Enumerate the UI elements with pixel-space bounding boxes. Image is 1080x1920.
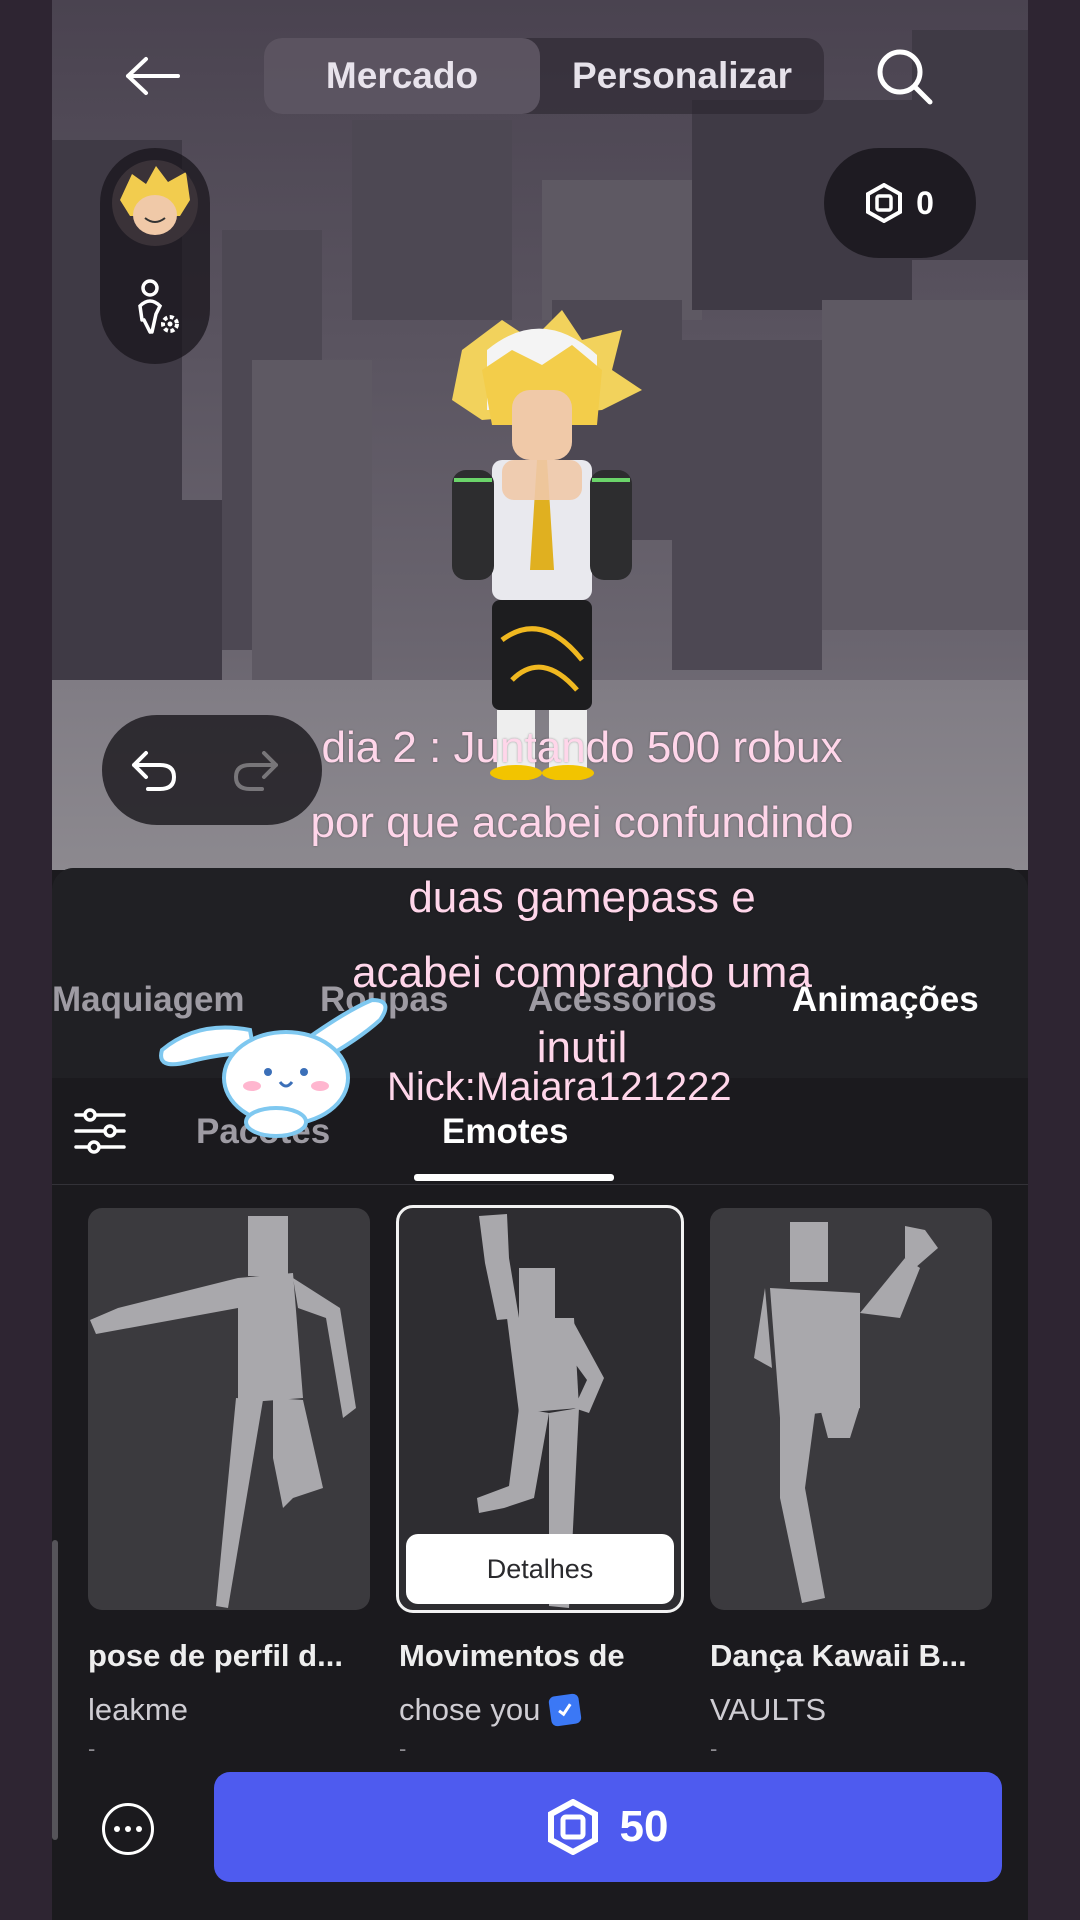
robux-icon: [547, 1799, 598, 1855]
arrow-left-icon: [126, 57, 180, 95]
filter-icon[interactable]: [72, 1103, 128, 1159]
tab-mercado[interactable]: Mercado: [264, 38, 540, 114]
search-icon[interactable]: [872, 44, 936, 108]
item-title: Dança Kawaii B...: [710, 1638, 967, 1673]
bunny-sticker-icon: [159, 997, 388, 1138]
catalog-item[interactable]: Dança Kawaii B... VAULTS -: [710, 1208, 992, 1762]
undo-icon[interactable]: [130, 747, 178, 793]
verified-badge-icon: [548, 1693, 583, 1727]
divider: [52, 1184, 1028, 1185]
subtab-active-indicator: [414, 1174, 614, 1181]
tab-personalizar[interactable]: Personalizar: [540, 38, 824, 114]
caption-line: por que acabei confundindo: [310, 798, 854, 847]
item-thumbnail[interactable]: [88, 1208, 370, 1610]
item-price: -: [399, 1736, 407, 1761]
buy-button[interactable]: 50: [214, 1772, 1002, 1882]
details-button[interactable]: Detalhes: [406, 1534, 674, 1604]
avatar-thumbnail[interactable]: [112, 160, 198, 246]
item-creator[interactable]: leakme: [88, 1692, 370, 1728]
robux-balance[interactable]: 0: [824, 148, 976, 258]
more-options-icon[interactable]: [102, 1803, 154, 1855]
item-thumbnail[interactable]: [710, 1208, 992, 1610]
caption-line: dia 2 : Juntando 500 robux: [321, 723, 843, 772]
catalog-item-selected[interactable]: Detalhes Movimentos de chose you -: [396, 1205, 684, 1762]
caption-line: duas gamepass e: [408, 873, 756, 922]
back-button[interactable]: [112, 48, 192, 104]
avatar-menu: [100, 148, 210, 364]
purchase-bar: 50: [52, 1772, 1028, 1882]
buy-price: 50: [619, 1802, 669, 1851]
item-creator[interactable]: chose you: [399, 1692, 681, 1728]
item-price: -: [710, 1736, 718, 1761]
subtab-emotes[interactable]: Emotes: [442, 1112, 568, 1152]
item-title: pose de perfil d...: [88, 1638, 343, 1673]
item-title: Movimentos de: [399, 1638, 625, 1673]
app-frame: Mercado Personalizar 0 Maquiagem Roupas …: [52, 0, 1028, 1920]
catalog-item[interactable]: pose de perfil d... leakme -: [88, 1208, 370, 1762]
item-price: -: [88, 1736, 96, 1761]
robux-balance-value: 0: [916, 184, 934, 221]
item-creator[interactable]: VAULTS: [710, 1692, 992, 1728]
avatar-settings-icon[interactable]: [130, 278, 184, 338]
top-tab-switcher: Mercado Personalizar: [264, 38, 824, 114]
item-thumbnail[interactable]: Detalhes: [396, 1205, 684, 1613]
robux-icon: [866, 183, 903, 223]
overlay-nick: Nick:Maiara121222: [387, 1065, 732, 1109]
